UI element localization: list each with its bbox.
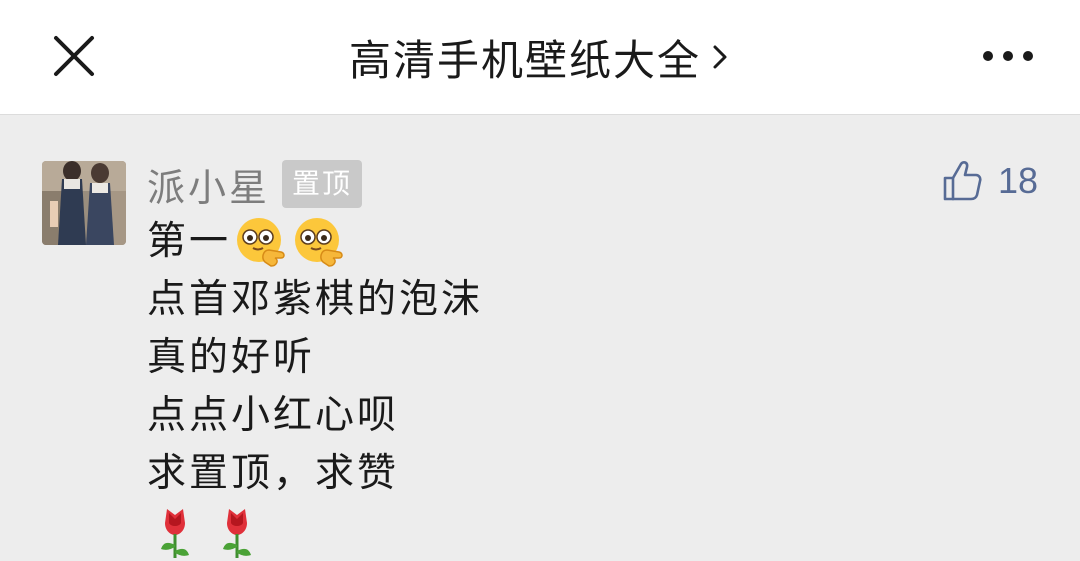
- comment-line: 点首邓紫棋的泡沫: [147, 277, 484, 322]
- page-title: 高清手机壁纸大全: [348, 35, 701, 85]
- username[interactable]: 派小星: [147, 157, 270, 212]
- comment-line: 点点小红心呗: [147, 393, 400, 438]
- more-icon: [983, 51, 1033, 61]
- peeking-face-emoji: [291, 214, 347, 270]
- rose-emoji: [217, 505, 257, 559]
- pinned-badge: 置顶: [282, 160, 363, 208]
- like-button[interactable]: 18: [942, 159, 1038, 203]
- comment-list: 派小星 置顶 18 第一 点首邓紫棋的泡沫 真的好听 点点小红心呗 求置顶，求赞: [0, 115, 1080, 560]
- thumbs-up-icon: [943, 161, 982, 201]
- chevron-right-icon: [709, 39, 731, 75]
- comment-line-text: 第一: [147, 219, 232, 264]
- avatar[interactable]: [42, 161, 126, 245]
- rose-emoji: [155, 505, 195, 559]
- comment-item: 派小星 置顶 18 第一 点首邓紫棋的泡沫 真的好听 点点小红心呗 求置顶，求赞: [0, 115, 1080, 560]
- more-button[interactable]: [976, 36, 1040, 76]
- comment-line: 第一: [147, 213, 1027, 271]
- comment-header: 派小星 置顶: [147, 157, 363, 212]
- peeking-face-emoji: [233, 214, 289, 270]
- article-title-link[interactable]: 高清手机壁纸大全: [0, 0, 1080, 114]
- rose-line: [147, 503, 1027, 561]
- top-bar: 高清手机壁纸大全: [0, 0, 1080, 115]
- like-count: 18: [997, 160, 1038, 201]
- comment-line: 真的好听: [147, 335, 316, 380]
- comment-text: 第一 点首邓紫棋的泡沫 真的好听 点点小红心呗 求置顶，求赞: [147, 213, 1027, 561]
- comment-line: 求置顶，求赞: [147, 451, 400, 496]
